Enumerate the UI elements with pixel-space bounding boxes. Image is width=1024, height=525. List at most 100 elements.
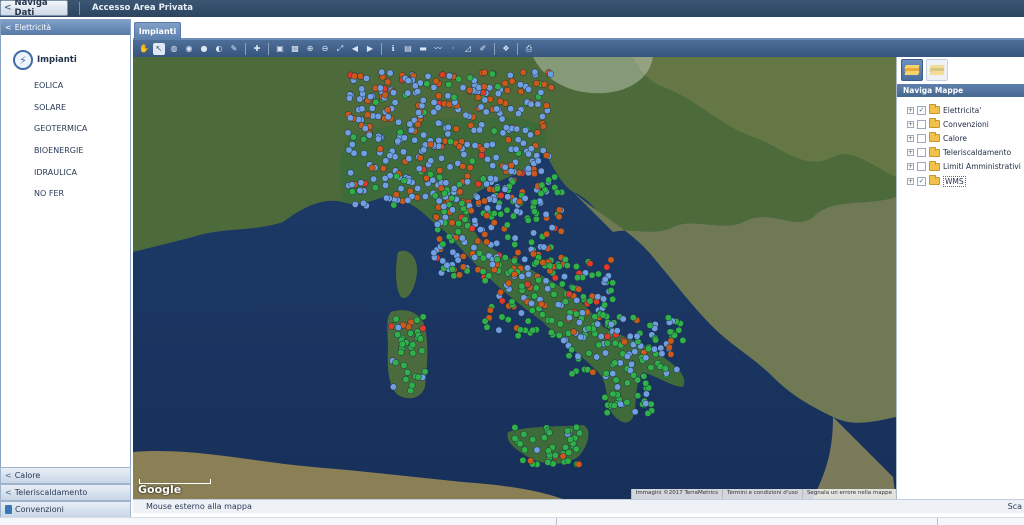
plant-marker[interactable] <box>603 339 611 347</box>
plant-marker[interactable] <box>561 273 568 281</box>
plant-marker[interactable] <box>557 227 565 235</box>
plant-marker[interactable] <box>532 215 540 223</box>
layer-limiti-amministrativi[interactable]: + Limiti Amministrativi <box>897 160 1024 174</box>
plant-marker[interactable] <box>450 185 458 193</box>
plant-marker[interactable] <box>550 290 558 298</box>
plant-marker[interactable] <box>392 359 400 367</box>
plant-marker[interactable] <box>444 123 452 131</box>
plant-marker[interactable] <box>430 249 438 257</box>
plant-marker[interactable] <box>542 151 550 159</box>
list-item-solare[interactable]: SOLARE <box>34 102 87 124</box>
plant-marker[interactable] <box>371 184 379 192</box>
layer-checkbox[interactable] <box>917 148 926 158</box>
plant-marker[interactable] <box>439 71 447 79</box>
globe-search-icon[interactable]: ● <box>198 43 210 55</box>
plant-marker[interactable] <box>490 219 498 227</box>
plant-marker[interactable] <box>667 337 675 345</box>
plant-marker[interactable] <box>565 314 573 322</box>
plant-marker[interactable] <box>504 136 512 144</box>
plant-marker[interactable] <box>540 123 547 130</box>
plant-marker[interactable] <box>346 114 354 122</box>
plant-marker[interactable] <box>433 220 441 228</box>
plant-marker[interactable] <box>427 141 435 149</box>
plant-marker[interactable] <box>613 327 621 335</box>
plant-marker[interactable] <box>360 199 367 207</box>
plant-marker[interactable] <box>477 103 485 111</box>
plant-marker[interactable] <box>398 340 406 348</box>
plant-marker[interactable] <box>642 379 650 387</box>
tab-legend[interactable] <box>926 59 948 81</box>
plant-marker[interactable] <box>514 249 522 256</box>
plant-marker[interactable] <box>609 370 617 378</box>
plant-marker[interactable] <box>360 135 368 143</box>
plant-marker[interactable] <box>452 125 460 133</box>
plant-marker[interactable] <box>545 176 553 184</box>
plant-marker[interactable] <box>384 78 392 86</box>
plant-marker[interactable] <box>455 220 463 227</box>
plant-marker[interactable] <box>508 298 516 306</box>
plant-marker[interactable] <box>464 172 471 180</box>
plant-marker[interactable] <box>626 332 634 340</box>
plant-marker[interactable] <box>455 143 463 151</box>
plant-marker[interactable] <box>503 206 511 214</box>
plant-marker[interactable] <box>480 83 488 91</box>
plant-marker[interactable] <box>476 126 484 134</box>
plant-marker[interactable] <box>391 99 399 106</box>
plant-marker[interactable] <box>561 256 569 263</box>
plant-marker[interactable] <box>514 110 522 118</box>
plant-marker[interactable] <box>368 104 376 112</box>
zoom-out-icon[interactable]: ⊖ <box>319 43 331 55</box>
plant-marker[interactable] <box>517 88 525 96</box>
plant-marker[interactable] <box>376 145 384 153</box>
plant-marker[interactable] <box>486 306 494 314</box>
plant-marker[interactable] <box>537 190 545 197</box>
plant-marker[interactable] <box>537 167 545 175</box>
plant-marker[interactable] <box>468 157 476 165</box>
plant-marker[interactable] <box>386 152 394 160</box>
plant-marker[interactable] <box>501 185 509 193</box>
plant-marker[interactable] <box>547 329 555 336</box>
plant-marker[interactable] <box>489 162 497 170</box>
plant-marker[interactable] <box>531 208 538 215</box>
plant-marker[interactable] <box>448 219 456 227</box>
plant-marker[interactable] <box>544 458 552 466</box>
plant-marker[interactable] <box>434 119 442 127</box>
accordion-calore[interactable]: < Calore <box>0 467 131 484</box>
plant-marker[interactable] <box>406 120 414 128</box>
plant-marker[interactable] <box>414 120 422 128</box>
plant-marker[interactable] <box>464 178 471 186</box>
plant-marker[interactable] <box>525 85 533 93</box>
plant-marker[interactable] <box>394 324 402 331</box>
layer-checkbox[interactable] <box>917 133 926 143</box>
plant-marker[interactable] <box>419 313 427 321</box>
plant-marker[interactable] <box>468 225 476 233</box>
plant-marker[interactable] <box>572 310 580 318</box>
plant-marker[interactable] <box>611 359 619 367</box>
plant-marker[interactable] <box>474 93 482 101</box>
plant-marker[interactable] <box>438 154 445 162</box>
plant-marker[interactable] <box>593 353 601 361</box>
plant-marker[interactable] <box>462 111 470 119</box>
plant-marker[interactable] <box>555 206 563 214</box>
plant-marker[interactable] <box>603 263 611 271</box>
plant-marker[interactable] <box>360 149 368 157</box>
plant-marker[interactable] <box>614 383 621 391</box>
plant-marker[interactable] <box>554 301 562 309</box>
plant-marker[interactable] <box>485 272 493 280</box>
plant-marker[interactable] <box>390 89 397 97</box>
plant-marker[interactable] <box>417 335 424 343</box>
plant-marker[interactable] <box>609 390 617 398</box>
plant-marker[interactable] <box>526 131 534 139</box>
plant-marker[interactable] <box>440 203 448 210</box>
plant-marker[interactable] <box>565 352 573 360</box>
plant-marker[interactable] <box>493 255 501 263</box>
plant-marker[interactable] <box>645 345 652 353</box>
plant-marker[interactable] <box>356 187 364 195</box>
plant-marker[interactable] <box>463 141 471 148</box>
list-item-geotermica[interactable]: GEOTERMICA <box>34 123 87 145</box>
plant-marker[interactable] <box>539 259 547 266</box>
plant-marker[interactable] <box>586 260 594 268</box>
plant-marker[interactable] <box>408 126 416 134</box>
plant-marker[interactable] <box>384 106 392 114</box>
plant-marker[interactable] <box>365 131 373 139</box>
